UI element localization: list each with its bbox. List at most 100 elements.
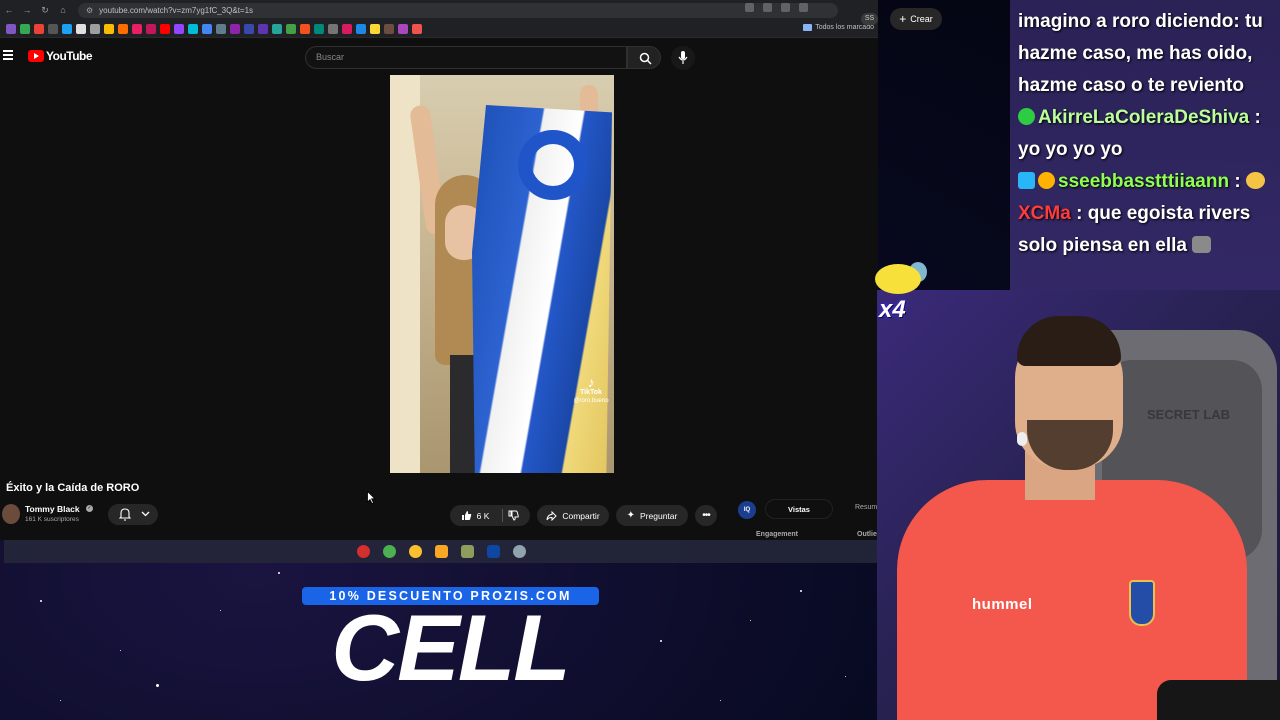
bookmark-icon[interactable] <box>216 23 226 34</box>
video-player[interactable]: ♪ TikTok @roro.bueno <box>390 75 614 473</box>
chat-badge-icon <box>1038 172 1055 189</box>
bookmarks-folder[interactable]: Todos los marcado <box>803 24 874 31</box>
create-button[interactable]: + Crear <box>890 8 942 30</box>
video-frame-detail <box>518 130 588 200</box>
photoshop-icon[interactable] <box>486 545 500 558</box>
bookmark-icon[interactable] <box>146 23 156 34</box>
gmail-icon[interactable] <box>34 23 44 34</box>
ask-button[interactable]: ✦ Preguntar <box>616 505 688 526</box>
app-icon[interactable] <box>460 545 474 558</box>
x-icon[interactable] <box>48 23 58 34</box>
file-explorer-icon[interactable] <box>434 545 448 558</box>
search-input[interactable]: Buscar <box>305 46 627 69</box>
bookmark-icon[interactable] <box>314 23 324 34</box>
bookmark-icon[interactable] <box>230 23 240 34</box>
tiktok-handle: @roro.bueno <box>573 398 609 404</box>
bookmark-icon[interactable] <box>202 23 212 34</box>
more-horizontal-icon: ••• <box>702 510 710 521</box>
voice-search-button[interactable] <box>671 46 695 70</box>
app-icon[interactable] <box>382 545 396 558</box>
bookmarks-bar: Todos los marcado <box>0 20 878 38</box>
bookmark-icon[interactable] <box>104 23 114 34</box>
url-text: youtube.com/watch?v=zm7yg1fC_3Q&t=1s <box>99 5 254 15</box>
home-icon[interactable]: ⌂ <box>54 0 72 20</box>
chevron-down-icon <box>141 511 150 517</box>
star <box>220 610 221 611</box>
bookmark-icon[interactable] <box>356 23 366 34</box>
bookmark-icon[interactable] <box>258 23 268 34</box>
stream-scene: ← → ↻ ⌂ ⚙ youtube.com/watch?v=zm7yg1fC_3… <box>0 0 1280 720</box>
bookmark-icon[interactable] <box>272 23 282 34</box>
search-button[interactable] <box>627 46 661 69</box>
twitch-icon[interactable] <box>174 23 184 34</box>
star <box>278 572 280 574</box>
create-label: Crear <box>910 14 933 24</box>
sparkle-icon: ✦ <box>626 510 636 521</box>
bookmark-icon[interactable] <box>244 23 254 34</box>
chat-message: XCMa : que egoista rivers solo piensa en… <box>1018 198 1272 262</box>
like-count[interactable]: 6 K <box>477 511 490 521</box>
tab-vistas[interactable]: Vistas <box>765 499 833 519</box>
youtube-icon[interactable] <box>160 23 170 34</box>
bookmark-icon[interactable] <box>6 23 16 34</box>
plus-icon: + <box>899 12 907 26</box>
bookmark-icon[interactable] <box>118 23 128 34</box>
channel-avatar[interactable] <box>2 504 20 524</box>
bookmark-icon[interactable] <box>370 23 380 34</box>
share-button[interactable]: Compartir <box>537 505 609 526</box>
site-info-icon[interactable]: ⚙ <box>86 6 93 15</box>
bookmark-icon[interactable] <box>384 23 394 34</box>
forward-arrow-icon[interactable]: → <box>18 0 36 20</box>
bookmark-icon[interactable] <box>412 23 422 34</box>
channel-name[interactable]: Tommy Black <box>25 504 80 514</box>
more-actions-button[interactable]: ••• <box>695 505 717 526</box>
star <box>60 700 61 701</box>
reload-icon[interactable]: ↻ <box>36 0 54 20</box>
thumbs-up-icon[interactable] <box>461 510 472 521</box>
tiktok-watermark: ♪ TikTok @roro.bueno <box>568 375 614 405</box>
star <box>800 590 802 592</box>
chat-message-text: imagino a roro diciendo: tu hazme caso, … <box>1018 11 1263 96</box>
chrome-icon[interactable] <box>408 545 422 558</box>
chat-separator: : <box>1076 203 1083 224</box>
zoom-icon[interactable] <box>745 3 754 12</box>
shirt-brand-text: hummel <box>972 596 1033 613</box>
star <box>120 650 121 651</box>
bookmark-icon[interactable] <box>188 23 198 34</box>
install-icon[interactable] <box>763 3 772 12</box>
address-bar[interactable]: ⚙ youtube.com/watch?v=zm7yg1fC_3Q&t=1s <box>78 2 838 18</box>
instagram-icon[interactable] <box>132 23 142 34</box>
subscription-bell-button[interactable] <box>108 504 158 525</box>
bookmark-icon[interactable] <box>90 23 100 34</box>
chat-message: sseebbasstttiiaann : <box>1018 166 1272 198</box>
earbud <box>1017 432 1027 446</box>
share-icon[interactable] <box>781 3 790 12</box>
bookmark-star-icon[interactable] <box>799 3 808 12</box>
emote-icon <box>1245 172 1265 189</box>
bookmark-icon[interactable] <box>328 23 338 34</box>
hamburger-menu-icon[interactable] <box>3 50 13 60</box>
bookmark-icon[interactable] <box>398 23 408 34</box>
thumbs-down-icon[interactable] <box>508 510 520 521</box>
tab-resumen[interactable]: Resum <box>855 504 877 511</box>
bookmark-icon[interactable] <box>342 23 352 34</box>
bookmark-icon[interactable] <box>76 23 86 34</box>
youtube-play-icon <box>28 50 44 62</box>
youtube-logo-text: YouTube <box>46 49 93 63</box>
chat-badge-icon <box>1018 108 1035 125</box>
bookmark-icon[interactable] <box>20 23 30 34</box>
back-arrow-icon[interactable]: ← <box>0 0 18 20</box>
club-crest-icon <box>1129 580 1155 626</box>
app-icon[interactable] <box>512 545 526 558</box>
youtube-logo[interactable]: YouTube <box>28 49 93 63</box>
user-badge[interactable]: SS <box>861 13 878 25</box>
bookmark-icon[interactable] <box>62 23 72 34</box>
extension-iq-icon[interactable]: IQ <box>738 501 756 519</box>
like-dislike-group: 6 K <box>450 505 530 526</box>
star <box>845 676 846 677</box>
star <box>750 620 751 621</box>
obs-icon[interactable] <box>356 545 370 558</box>
browser-window: ← → ↻ ⌂ ⚙ youtube.com/watch?v=zm7yg1fC_3… <box>0 0 878 540</box>
bookmark-icon[interactable] <box>286 23 296 34</box>
bookmark-icon[interactable] <box>300 23 310 34</box>
